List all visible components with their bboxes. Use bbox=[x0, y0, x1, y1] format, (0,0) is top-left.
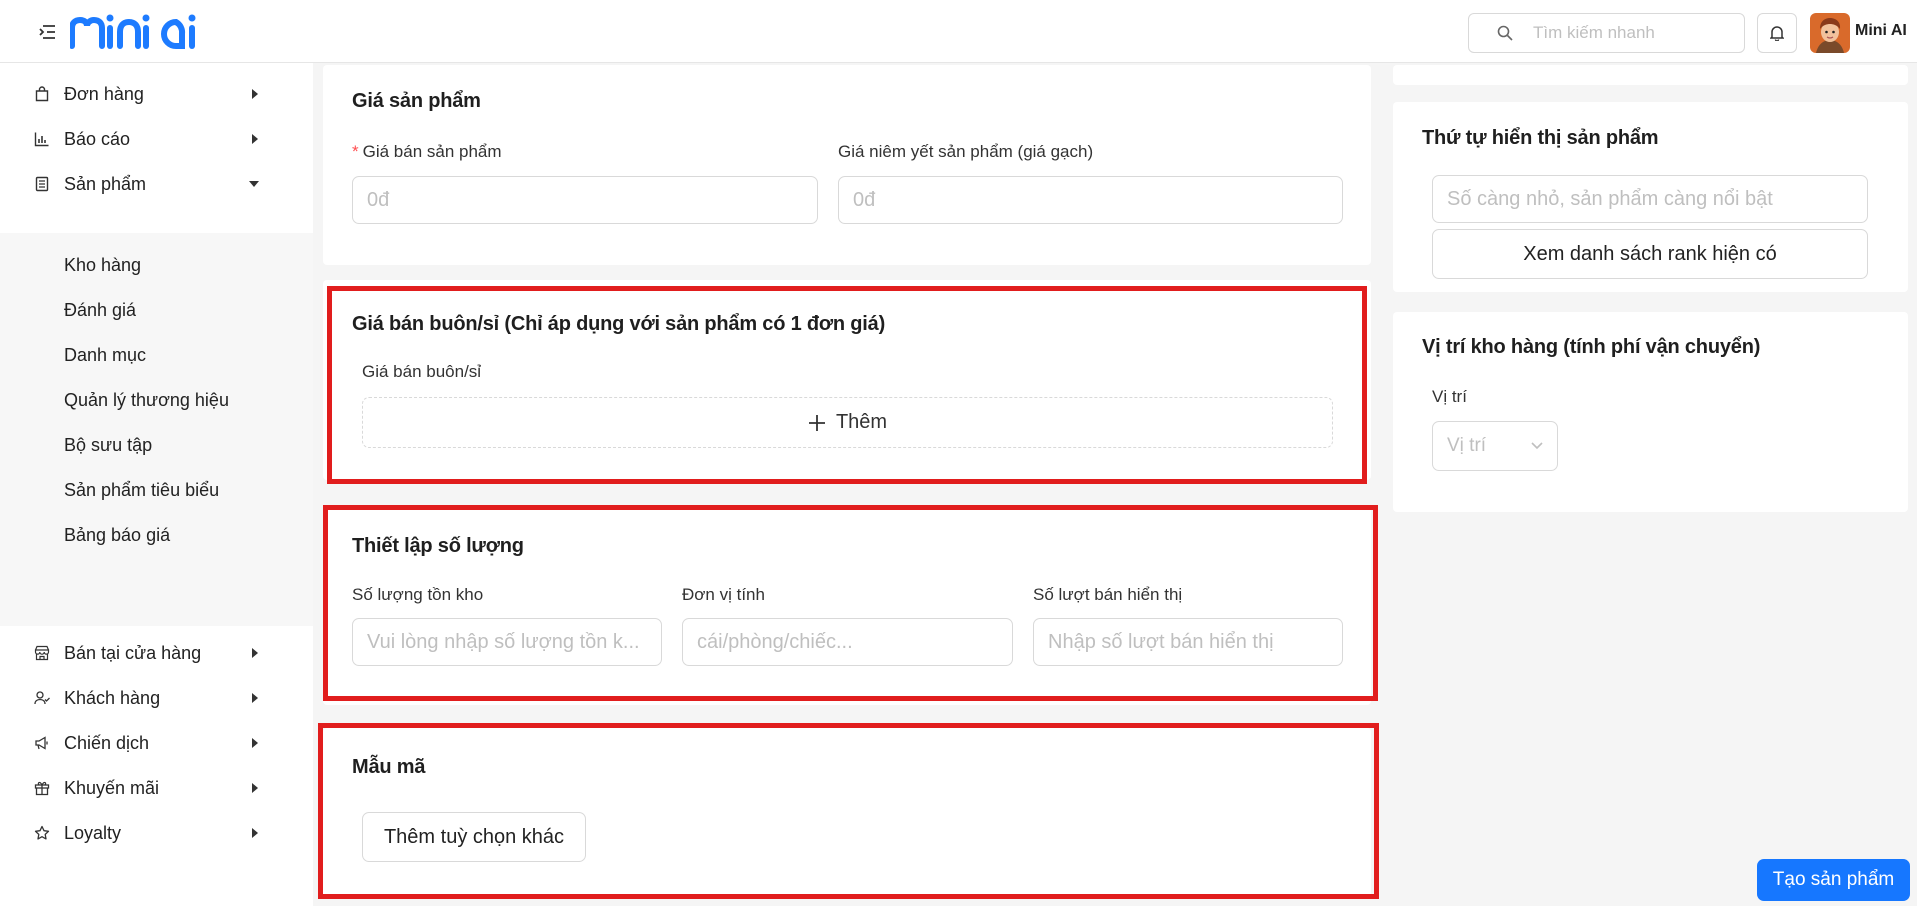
sidebar-item-products[interactable]: Sản phẩm bbox=[0, 162, 313, 206]
search-icon bbox=[1497, 25, 1513, 41]
caret-down-icon bbox=[249, 181, 259, 187]
sidebar-item-loyalty[interactable]: Loyalty bbox=[0, 811, 313, 855]
highlight-frame bbox=[327, 286, 1367, 484]
sidebar: Đơn hàng Báo cáo Sản phẩm Kho hàng Đánh … bbox=[0, 63, 313, 906]
sale-price-label: * Giá bán sản phẩm bbox=[352, 142, 502, 161]
create-product-button[interactable]: Tạo sản phẩm bbox=[1757, 859, 1910, 901]
sidebar-item-customers[interactable]: Khách hàng bbox=[0, 676, 313, 720]
list-price-label: Giá niêm yết sản phẩm (giá gạch) bbox=[838, 142, 1094, 161]
chevron-down-icon bbox=[1531, 442, 1543, 450]
highlight-frame bbox=[318, 723, 1379, 899]
caret-right-icon bbox=[252, 828, 258, 838]
logo[interactable] bbox=[69, 14, 200, 50]
warehouse-location-card: Vị trí kho hàng (tính phí vận chuyển) Vị… bbox=[1393, 312, 1908, 512]
sidebar-item-pos[interactable]: Bán tại cửa hàng bbox=[0, 631, 313, 675]
display-order-input[interactable] bbox=[1432, 175, 1868, 223]
sidebar-item-label: Loyalty bbox=[64, 822, 122, 843]
display-order-title: Thứ tự hiển thị sản phẩm bbox=[1422, 127, 1659, 149]
search-input[interactable] bbox=[1533, 23, 1733, 43]
megaphone-icon bbox=[35, 736, 48, 750]
user-name[interactable]: Mini AI bbox=[1855, 22, 1907, 40]
avatar[interactable] bbox=[1810, 13, 1850, 53]
submenu-item-featured[interactable]: Sản phẩm tiêu biểu bbox=[0, 468, 313, 512]
product-submenu: Kho hàng Đánh giá Danh mục Quản lý thươn… bbox=[0, 233, 313, 626]
caret-right-icon bbox=[252, 783, 258, 793]
bell-icon bbox=[1770, 26, 1784, 41]
gift-icon bbox=[34, 781, 50, 796]
caret-right-icon bbox=[252, 738, 258, 748]
sidebar-item-label: Báo cáo bbox=[64, 128, 131, 149]
sidebar-item-promotions[interactable]: Khuyến mãi bbox=[0, 766, 313, 810]
price-card-title: Giá sản phẩm bbox=[352, 90, 481, 112]
warehouse-title: Vị trí kho hàng (tính phí vận chuyển) bbox=[1422, 336, 1761, 358]
top-header: Mini AI bbox=[0, 0, 1917, 63]
submenu-item-categories[interactable]: Danh mục bbox=[0, 333, 313, 377]
shop-icon bbox=[34, 645, 50, 661]
document-icon bbox=[35, 176, 49, 192]
required-mark: * bbox=[352, 142, 359, 161]
display-order-card: Thứ tự hiển thị sản phẩm Xem danh sách r… bbox=[1393, 102, 1908, 292]
sidebar-item-label: Khách hàng bbox=[64, 687, 161, 708]
notification-button[interactable] bbox=[1757, 13, 1797, 53]
sidebar-item-orders[interactable]: Đơn hàng bbox=[0, 72, 313, 116]
previous-card bbox=[1393, 65, 1908, 85]
list-price-input[interactable] bbox=[838, 176, 1343, 224]
sidebar-item-label: Khuyến mãi bbox=[64, 777, 160, 798]
sidebar-item-label: Sản phẩm bbox=[64, 173, 147, 194]
sidebar-item-label: Đơn hàng bbox=[64, 83, 144, 104]
sale-price-input[interactable] bbox=[352, 176, 818, 224]
location-label: Vị trí bbox=[1432, 387, 1467, 406]
users-icon bbox=[34, 691, 50, 705]
submenu-item-collections[interactable]: Bộ sưu tập bbox=[0, 423, 313, 467]
sidebar-item-label: Chiến dịch bbox=[64, 732, 150, 753]
view-rank-list-button[interactable]: Xem danh sách rank hiện có bbox=[1432, 229, 1868, 279]
sidebar-item-label: Bán tại cửa hàng bbox=[64, 642, 202, 663]
sidebar-item-reports[interactable]: Báo cáo bbox=[0, 117, 313, 161]
bag-icon bbox=[35, 86, 49, 102]
caret-right-icon bbox=[252, 134, 258, 144]
caret-right-icon bbox=[252, 89, 258, 99]
price-card: Giá sản phẩm *Giá bán sản phẩm Giá niêm … bbox=[323, 65, 1371, 265]
star-icon bbox=[34, 825, 50, 840]
bar-chart-icon bbox=[34, 132, 49, 147]
submenu-item-quotes[interactable]: Bảng báo giá bbox=[0, 513, 313, 557]
highlight-frame bbox=[323, 505, 1378, 701]
submenu-item-brands[interactable]: Quản lý thương hiệu bbox=[0, 378, 313, 422]
quick-search[interactable] bbox=[1468, 13, 1745, 53]
menu-toggle-icon[interactable] bbox=[38, 24, 58, 40]
caret-right-icon bbox=[252, 648, 258, 658]
location-select[interactable]: Vị trí bbox=[1432, 421, 1558, 471]
sidebar-item-campaigns[interactable]: Chiến dịch bbox=[0, 721, 313, 765]
submenu-item-reviews[interactable]: Đánh giá bbox=[0, 288, 313, 332]
caret-right-icon bbox=[252, 693, 258, 703]
submenu-item-warehouse[interactable]: Kho hàng bbox=[0, 243, 313, 287]
